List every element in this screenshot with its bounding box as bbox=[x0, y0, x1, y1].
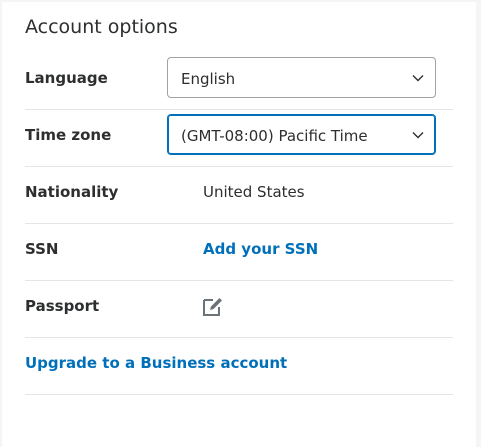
language-row: Language English bbox=[25, 52, 453, 110]
language-select[interactable]: English bbox=[167, 57, 436, 98]
timezone-row: Time zone (GMT-08:00) Pacific Time bbox=[25, 109, 453, 167]
upgrade-business-link[interactable]: Upgrade to a Business account bbox=[25, 354, 287, 372]
timezone-label: Time zone bbox=[25, 126, 112, 144]
account-options-panel: Account options Language English Time zo… bbox=[2, 2, 476, 447]
nationality-label: Nationality bbox=[25, 183, 119, 201]
upgrade-row: Upgrade to a Business account bbox=[25, 337, 453, 395]
ssn-row: SSN Add your SSN bbox=[25, 223, 453, 281]
passport-label: Passport bbox=[25, 297, 100, 315]
page-title: Account options bbox=[25, 16, 178, 38]
nationality-row: Nationality United States bbox=[25, 166, 453, 224]
language-label: Language bbox=[25, 69, 108, 87]
edit-icon[interactable] bbox=[202, 296, 223, 317]
passport-row: Passport bbox=[25, 280, 453, 338]
ssn-label: SSN bbox=[25, 240, 59, 258]
timezone-select[interactable]: (GMT-08:00) Pacific Time bbox=[167, 114, 436, 155]
chevron-down-icon bbox=[412, 132, 424, 139]
nationality-value: United States bbox=[203, 183, 305, 201]
chevron-down-icon bbox=[412, 75, 424, 82]
add-ssn-link[interactable]: Add your SSN bbox=[203, 240, 318, 258]
language-select-value: English bbox=[181, 70, 236, 88]
timezone-select-value: (GMT-08:00) Pacific Time bbox=[181, 127, 368, 145]
